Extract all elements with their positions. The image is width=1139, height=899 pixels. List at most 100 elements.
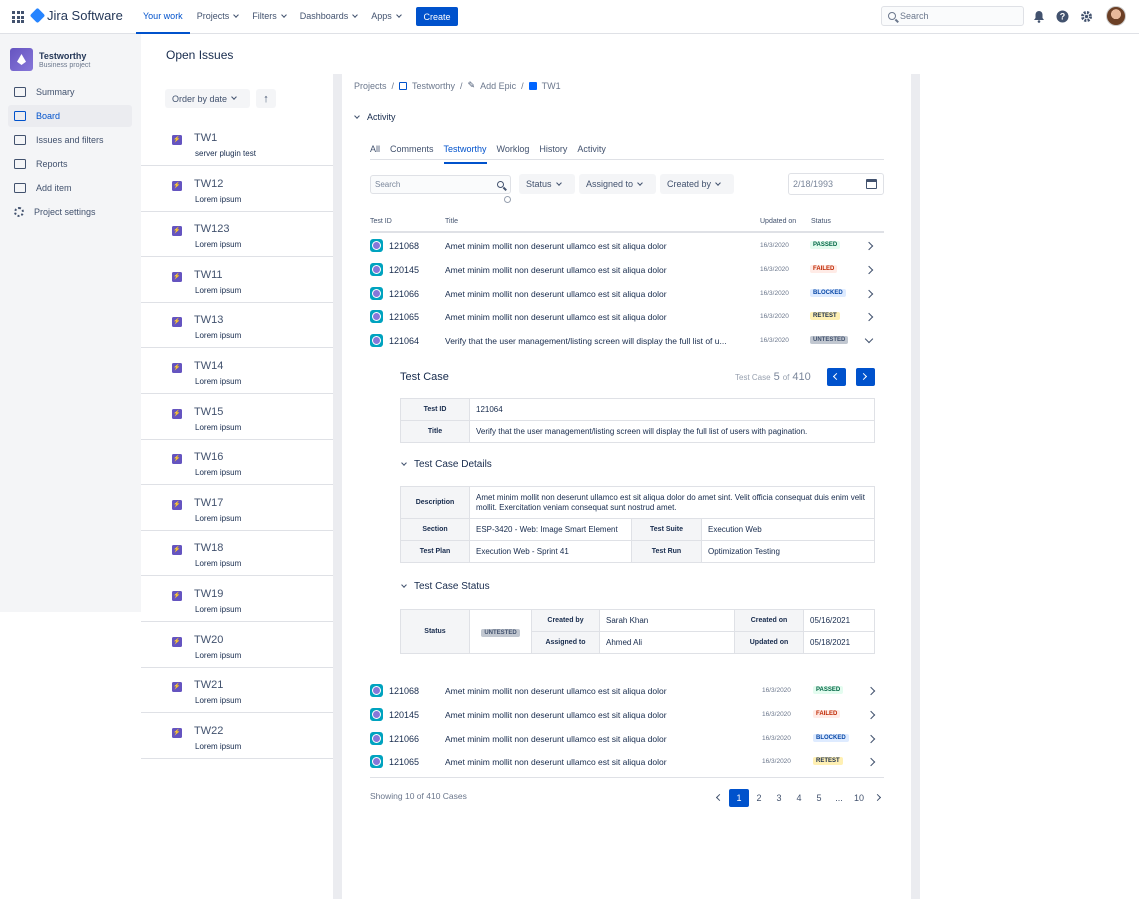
user-avatar[interactable] [1106, 6, 1126, 26]
jira-diamond-icon [29, 7, 46, 24]
page-4[interactable]: 4 [789, 789, 809, 807]
breadcrumb-add-epic[interactable]: Add Epic [480, 81, 516, 91]
sort-direction-button[interactable]: ↑ [256, 89, 276, 108]
page-2[interactable]: 2 [749, 789, 769, 807]
settings-gear-icon[interactable] [1079, 9, 1093, 23]
epic-icon: ⚡ [172, 682, 182, 693]
sidebar-item-reports[interactable]: Reports [8, 153, 132, 175]
table-row[interactable]: 120145 Amet minim mollit non deserunt ull… [370, 703, 884, 727]
breadcrumb-issue[interactable]: TW1 [542, 81, 561, 91]
page-3[interactable]: 3 [769, 789, 789, 807]
next-test-case-button[interactable] [856, 368, 875, 386]
breadcrumb-projects[interactable]: Projects [354, 81, 387, 91]
table-row[interactable]: 121066 Amet minim mollit non deserunt ull… [370, 727, 884, 751]
table-row[interactable]: 121065 Amet minim mollit non deserunt ull… [370, 305, 884, 329]
project-header[interactable]: Testworthy Business project [10, 48, 90, 71]
table-row[interactable]: 121066 Amet minim mollit non deserunt ull… [370, 282, 884, 306]
header-test-id[interactable]: Test ID [370, 218, 392, 225]
next-page-icon[interactable] [869, 789, 889, 807]
page-10[interactable]: 10 [849, 789, 869, 807]
tab-all[interactable]: All [370, 144, 380, 164]
previous-page-icon[interactable] [709, 789, 729, 807]
chevron-right-icon[interactable] [864, 313, 874, 322]
header-updated-on[interactable]: Updated on [760, 218, 796, 225]
top-nav: Your work Projects Filters Dashboards Apps [136, 0, 408, 34]
table-row[interactable]: 120145 Amet minim mollit non deserunt ull… [370, 258, 884, 282]
date-picker-input[interactable]: 2/18/1993 [788, 173, 884, 195]
nav-apps[interactable]: Apps [364, 0, 408, 34]
issue-list-item[interactable]: ⚡ TW22 Lorem ipsum [141, 713, 333, 759]
sidebar-item-issues-and-filters[interactable]: Issues and filters [8, 129, 132, 151]
panel-divider-right[interactable] [911, 74, 920, 899]
test-case-details-toggle[interactable]: Test Case Details [401, 459, 492, 470]
test-search-input[interactable]: Search [370, 175, 511, 194]
test-plan-value: Execution Web - Sprint 41 [469, 540, 632, 563]
chevron-right-icon[interactable] [864, 289, 874, 298]
chevron-right-icon[interactable] [866, 710, 876, 720]
chevron-right-icon[interactable] [866, 758, 876, 767]
tab-history[interactable]: History [539, 144, 567, 164]
created-by-filter-dropdown[interactable]: Created by [660, 174, 734, 194]
issue-list-item[interactable]: ⚡ TW123 Lorem ipsum [141, 211, 333, 258]
page-5[interactable]: 5 [809, 789, 829, 807]
previous-test-case-button[interactable] [827, 368, 846, 386]
issue-list-item[interactable]: ⚡ TW20 Lorem ipsum [141, 622, 333, 668]
global-search-input[interactable]: Search [881, 6, 1024, 26]
issue-list-item[interactable]: ⚡ TW17 Lorem ipsum [141, 485, 333, 531]
issue-list-item[interactable]: ⚡ TW1 server plugin test [141, 120, 333, 166]
issue-list-item[interactable]: ⚡ TW12 Lorem ipsum [141, 166, 333, 212]
tab-worklog[interactable]: Worklog [497, 144, 530, 164]
epic-icon: ⚡ [172, 499, 182, 510]
activity-section-toggle[interactable]: Activity [354, 112, 396, 122]
calendar-icon[interactable] [866, 179, 877, 189]
issue-list-item[interactable]: ⚡ TW13 Lorem ipsum [141, 302, 333, 349]
tab-activity[interactable]: Activity [577, 144, 606, 164]
create-button[interactable]: Create [416, 7, 458, 26]
chevron-right-icon[interactable] [864, 241, 874, 251]
tab-comments[interactable]: Comments [390, 144, 434, 164]
header-title[interactable]: Title [445, 218, 458, 225]
chevron-right-icon[interactable] [864, 265, 874, 275]
sidebar-item-project-settings[interactable]: Project settings [8, 201, 132, 223]
chevron-right-icon[interactable] [866, 734, 876, 743]
status-filter-dropdown[interactable]: Status [519, 174, 575, 194]
sidebar-item-add-item[interactable]: Add item [8, 177, 132, 199]
chevron-right-icon[interactable] [866, 686, 876, 696]
tab-testworthy[interactable]: Testworthy [443, 144, 487, 164]
issue-list-item[interactable]: ⚡ TW16 Lorem ipsum [141, 439, 333, 486]
issue-list-item[interactable]: ⚡ TW18 Lorem ipsum [141, 530, 333, 577]
issue-list-item[interactable]: ⚡ TW14 Lorem ipsum [141, 348, 333, 394]
date-value: 2/18/1993 [793, 179, 834, 189]
issue-list-item[interactable]: ⚡ TW21 Lorem ipsum [141, 667, 333, 714]
table-row[interactable]: 121068 Amet minim mollit non deserunt ull… [370, 234, 884, 258]
table-row[interactable]: 121068 Amet minim mollit non deserunt ull… [370, 679, 884, 703]
nav-dashboards[interactable]: Dashboards [293, 0, 365, 34]
table-row[interactable]: 121065 Amet minim mollit non deserunt ull… [370, 750, 884, 774]
issue-list-item[interactable]: ⚡ TW19 Lorem ipsum [141, 576, 333, 622]
assigned-to-filter-dropdown[interactable]: Assigned to [579, 174, 656, 194]
status-badge: FAILED [813, 709, 841, 718]
issue-key: TW19 [194, 588, 224, 600]
table-row[interactable]: 121064 Verify that the user management/li… [370, 329, 884, 353]
jira-logo[interactable]: Jira Software [29, 7, 123, 24]
row-title: Amet minim mollit non deserunt ullamco e… [445, 312, 667, 323]
page-1[interactable]: 1 [729, 789, 749, 807]
chevron-down-icon[interactable] [864, 334, 874, 344]
notifications-bell-icon[interactable] [1032, 9, 1046, 23]
help-icon[interactable]: ? [1055, 9, 1069, 23]
header-status[interactable]: Status [811, 218, 831, 225]
sidebar-item-board[interactable]: Board [8, 105, 132, 127]
test-case-icon [370, 684, 383, 697]
issue-list-item[interactable]: ⚡ TW11 Lorem ipsum [141, 257, 333, 303]
sidebar-item-summary[interactable]: Summary [8, 81, 132, 103]
product-name: Jira Software [47, 8, 123, 23]
app-switcher-icon[interactable] [12, 11, 24, 23]
nav-your-work[interactable]: Your work [136, 0, 190, 34]
issue-list-item[interactable]: ⚡ TW15 Lorem ipsum [141, 394, 333, 440]
nav-projects[interactable]: Projects [190, 0, 246, 34]
test-case-status-toggle[interactable]: Test Case Status [401, 581, 490, 592]
order-by-dropdown[interactable]: Order by date [165, 89, 250, 108]
nav-filters[interactable]: Filters [245, 0, 293, 34]
breadcrumb-project[interactable]: Testworthy [412, 81, 455, 91]
panel-divider[interactable] [333, 74, 342, 899]
